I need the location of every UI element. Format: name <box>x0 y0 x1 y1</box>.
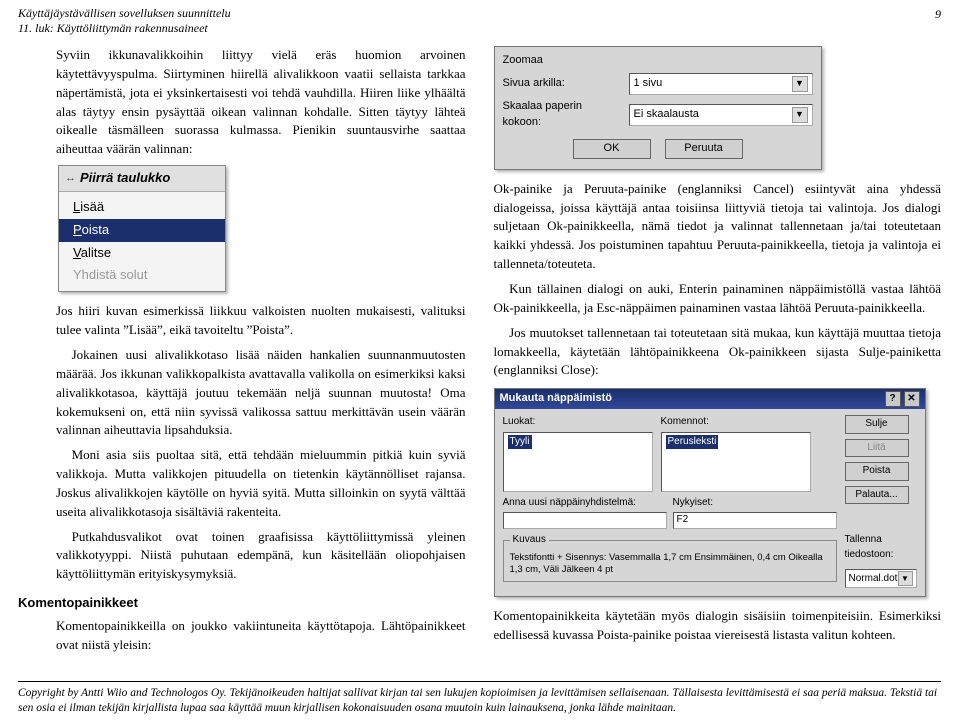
menu-item-yhdista: Yhdistä solut <box>59 264 225 287</box>
col1-p4: Moni asia siis puoltaa sitä, että tehdää… <box>56 446 466 521</box>
current-label: Nykyiset: <box>673 496 837 511</box>
chevron-down-icon: ▼ <box>792 107 808 123</box>
col2-p4: Komentopainikkeita käytetään myös dialog… <box>494 607 942 645</box>
kbd-dialog-title: Mukauta näppäimistö <box>500 391 612 407</box>
menu-title-text: Piirrä taulukko <box>80 169 170 188</box>
col1-p6: Komentopainikkeilla on joukko vakiintune… <box>56 617 466 655</box>
header-title-1: Käyttäjäystävällisen sovelluksen suunnit… <box>18 6 231 21</box>
help-icon[interactable]: ? <box>885 391 901 407</box>
page-number: 9 <box>935 6 941 36</box>
save-select[interactable]: Normal.dot ▼ <box>845 569 917 588</box>
col2-p3: Jos muutokset tallennetaan tai toteuteta… <box>494 324 942 381</box>
peruuta-button[interactable]: Peruuta <box>665 139 743 159</box>
poista-button[interactable]: Poista <box>845 462 909 481</box>
menu-item-poista[interactable]: Poista <box>59 219 225 242</box>
left-column: Syviin ikkunavalikkoihin liittyy vielä e… <box>18 46 466 661</box>
heading-komentopainikkeet: Komentopainikkeet <box>18 594 466 613</box>
col1-p2: Jos hiiri kuvan esimerkissä liikkuu valk… <box>56 302 466 340</box>
assign-label: Anna uusi näppäinyhdistelmä: <box>503 496 667 511</box>
col2-p2: Kun tällainen dialogi on auki, Enterin p… <box>494 280 942 318</box>
zoom-row1-label: Sivua arkilla: <box>503 76 623 92</box>
zoom-dialog-figure: Zoomaa Sivua arkilla: 1 sivu ▼ Skaalaa p… <box>494 46 822 170</box>
luokat-label: Luokat: <box>503 415 653 430</box>
context-menu-figure: ↔ Piirrä taulukko Lisää Poista Valitse Y… <box>58 165 226 292</box>
zoom-scale-select[interactable]: Ei skaalausta ▼ <box>629 104 813 126</box>
close-icon[interactable]: ✕ <box>904 391 920 407</box>
col1-p3: Jokainen uusi alivalikkotaso lisää näide… <box>56 346 466 440</box>
menu-cursor-icon: ↔ <box>65 171 76 187</box>
menu-item-valitse[interactable]: Valitse <box>59 242 225 265</box>
kuvaus-legend: Kuvaus <box>510 533 549 548</box>
header-title-2: 11. luk: Käyttöliittymän rakennusaineet <box>18 21 231 36</box>
kuvaus-text: Tekstifontti + Sisennys: Vasemmalla 1,7 … <box>510 552 830 576</box>
assign-input[interactable] <box>503 512 667 529</box>
kuvaus-group: Kuvaus Tekstifontti + Sisennys: Vasemmal… <box>503 533 837 582</box>
palauta-button[interactable]: Palauta... <box>845 486 909 505</box>
luokat-list[interactable]: Tyyli <box>503 432 653 492</box>
col1-p1: Syviin ikkunavalikkoihin liittyy vielä e… <box>56 46 466 159</box>
ok-button[interactable]: OK <box>573 139 651 159</box>
save-label: Tallenna tiedostoon: <box>845 533 917 562</box>
sulje-button[interactable]: Sulje <box>845 415 909 434</box>
zoom-row2-label: Skaalaa paperin kokoon: <box>503 99 623 131</box>
chevron-down-icon: ▼ <box>898 571 913 586</box>
liita-button: Liitä <box>845 439 909 458</box>
col2-p1: Ok-painike ja Peruuta-painike (englannik… <box>494 180 942 274</box>
zoom-pages-select[interactable]: 1 sivu ▼ <box>629 73 813 95</box>
right-column: Zoomaa Sivua arkilla: 1 sivu ▼ Skaalaa p… <box>494 46 942 661</box>
chevron-down-icon: ▼ <box>792 76 808 92</box>
komennot-list[interactable]: Perusleksti <box>661 432 811 492</box>
col1-p5: Putkahdusvalikot ovat toinen graafisissa… <box>56 528 466 585</box>
keyboard-dialog-figure: Mukauta näppäimistö ? ✕ Luokat: Tyyli <box>494 388 926 597</box>
menu-title-row: ↔ Piirrä taulukko <box>59 166 225 192</box>
menu-item-lisaa[interactable]: Lisää <box>59 196 225 219</box>
page-footer: Copyright by Antti Wiio and Technologos … <box>18 681 941 716</box>
page-header: Käyttäjäystävällisen sovelluksen suunnit… <box>18 6 941 36</box>
zoom-dialog-title: Zoomaa <box>503 53 813 69</box>
current-input[interactable]: F2 <box>673 512 837 529</box>
komennot-label: Komennot: <box>661 415 811 430</box>
